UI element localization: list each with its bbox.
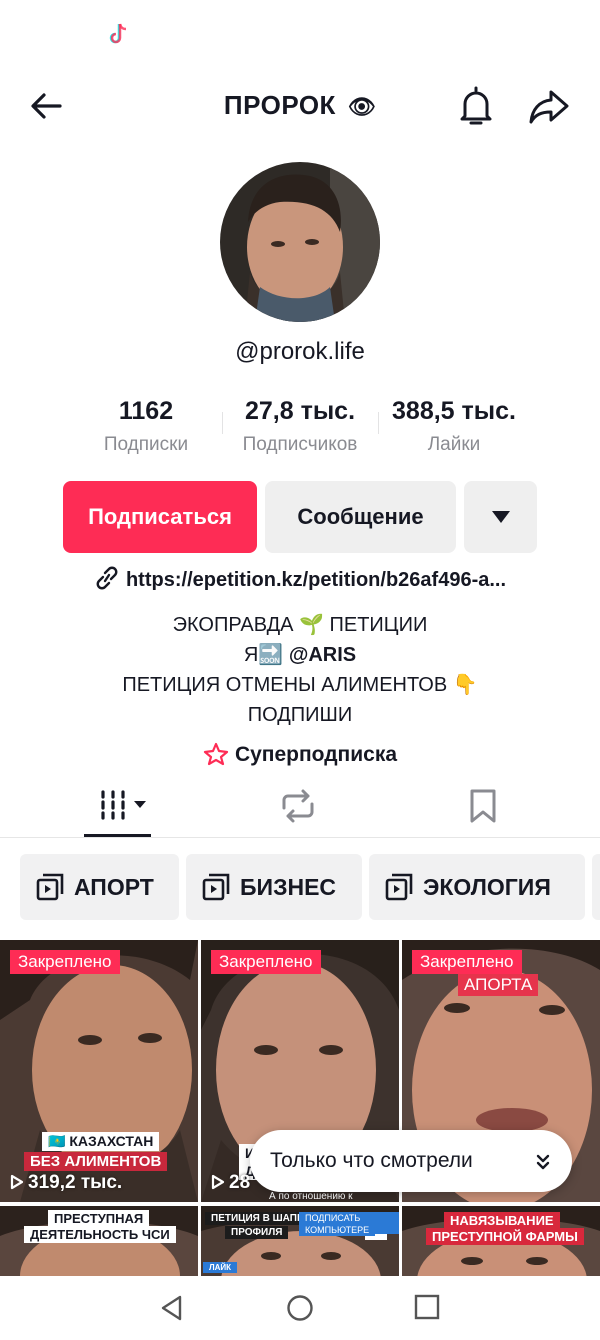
- video-caption-tag: КОМПЬЮТЕРЕ: [299, 1224, 376, 1236]
- playlist-icon: [36, 873, 64, 901]
- playlist-icon: [385, 873, 413, 901]
- video-caption-tag: БЕЗ АЛИМЕНТОВ: [24, 1152, 168, 1171]
- message-button[interactable]: Сообщение: [265, 481, 456, 553]
- video-tile[interactable]: ПЕТИЦИЯ В ШАПКЕ ПРОФИЛЯ ПОДПИСАТЬ МОЖНО …: [201, 1206, 399, 1276]
- bell-icon[interactable]: [456, 84, 496, 128]
- recents-square-icon[interactable]: [414, 1294, 440, 1320]
- video-caption-tag: ЛАЙК: [203, 1262, 238, 1273]
- tab-reposts[interactable]: [200, 780, 400, 838]
- home-circle-icon[interactable]: [286, 1294, 314, 1322]
- view-count: 319,2 тыс.: [10, 1172, 122, 1194]
- follow-button[interactable]: Подписаться: [63, 481, 257, 553]
- eye-emoji: 👁: [347, 94, 377, 119]
- video-caption-tag: НАВЯЗЫВАНИЕ: [444, 1212, 560, 1229]
- stat-following-label: Подписки: [103, 434, 189, 455]
- grid-videos-icon: [101, 790, 146, 820]
- avatar[interactable]: [220, 162, 380, 322]
- stat-likes-label: Лайки: [427, 434, 481, 455]
- recently-watched-pill[interactable]: Только что смотрели: [250, 1130, 572, 1192]
- video-caption-tag: 🇰🇿 КАЗАХСТАН: [42, 1132, 160, 1151]
- pinned-badge: Закреплено: [10, 950, 120, 974]
- video-caption-tag: ПРЕСТУПНОЙ ФАРМЫ: [426, 1228, 584, 1245]
- tab-videos[interactable]: [0, 780, 200, 838]
- share-arrow-icon[interactable]: [527, 86, 571, 126]
- view-count-value: 28: [229, 1172, 251, 1193]
- pinned-badge: Закреплено: [211, 950, 321, 974]
- username: @prorok.life: [235, 338, 365, 365]
- video-caption-tag: ПРОФИЛЯ: [225, 1226, 289, 1239]
- video-caption-tag: ПРЕСТУПНАЯ: [48, 1210, 150, 1227]
- stat-followers-value: 27,8 тыс.: [244, 397, 356, 425]
- bio-line-prefix: Я🔜: [243, 644, 284, 666]
- profile-stats: 1162 Подписки 27,8 тыс. Подписчиков 388,…: [0, 394, 600, 464]
- video-tile[interactable]: НАВЯЗЫВАНИЕ ПРЕСТУПНОЙ ФАРМЫ: [402, 1206, 600, 1276]
- playlist-label: ЭКОЛОГИЯ: [423, 873, 551, 900]
- active-tab-indicator: [84, 834, 151, 837]
- bio-line: Я🔜 @ARIS: [0, 640, 600, 670]
- profile-name: ПРОРОК: [223, 90, 336, 120]
- repost-icon: [282, 789, 314, 823]
- playlist-chip[interactable]: БИЗНЕС: [186, 854, 362, 920]
- page-title: ПРОРОК 👁: [0, 90, 600, 121]
- top-nav: ПРОРОК 👁: [0, 70, 600, 140]
- link-icon: [96, 566, 118, 590]
- view-count-value: 319,2 тыс.: [28, 1172, 123, 1193]
- status-bar: [0, 0, 600, 70]
- playlist-chip[interactable]: ЭКОЛОГИЯ: [369, 854, 585, 920]
- stat-following-value: 1162: [118, 397, 174, 425]
- playlist-icon: [202, 873, 230, 901]
- double-chevron-down-icon: [536, 1154, 550, 1170]
- stat-likes-value: 388,5 тыс.: [392, 397, 516, 425]
- bio-link[interactable]: https://epetition.kz/petition/b26af496-a…: [0, 566, 600, 592]
- stat-likes[interactable]: 388,5 тыс. Лайки: [369, 394, 539, 456]
- star-icon: [203, 742, 229, 766]
- caret-down-icon: [491, 511, 510, 523]
- play-icon: [211, 1174, 225, 1190]
- video-tile[interactable]: Закреплено 🇰🇿 КАЗАХСТАН БЕЗ АЛИМЕНТОВ 31…: [0, 940, 198, 1202]
- system-nav-bar: [0, 1276, 600, 1340]
- bio-line: ЭКОПРАВДА 🌱 ПЕТИЦИИ: [172, 614, 428, 636]
- mention-link[interactable]: @ARIS: [289, 644, 356, 666]
- playlist-chip[interactable]: [592, 854, 600, 920]
- play-icon: [10, 1174, 24, 1190]
- stat-followers-label: Подписчиков: [242, 434, 358, 455]
- video-tile[interactable]: ПРЕСТУПНАЯ ДЕЯТЕЛЬНОСТЬ ЧСИ: [0, 1206, 198, 1276]
- content-tabs: [0, 780, 600, 838]
- avatar-photo: [220, 162, 380, 322]
- stat-following[interactable]: 1162 Подписки: [61, 394, 231, 456]
- tab-saved[interactable]: [400, 780, 600, 838]
- super-subscription-label: Суперподписка: [234, 743, 398, 766]
- video-caption-tag: АПОРТА: [458, 974, 539, 996]
- bio-line: ПОДПИШИ: [247, 704, 353, 726]
- video-caption-tag: ДЕЯТЕЛЬНОСТЬ ЧСИ: [24, 1226, 176, 1243]
- pinned-badge: Закреплено: [412, 950, 522, 974]
- bookmark-icon: [470, 789, 496, 823]
- bio: ЭКОПРАВДА 🌱 ПЕТИЦИИ Я🔜 @ARIS ПЕТИЦИЯ ОТМ…: [0, 610, 600, 730]
- playlist-label: АПОРТ: [74, 873, 154, 900]
- super-subscription-link[interactable]: Суперподписка: [0, 742, 600, 767]
- video-grid: Закреплено 🇰🇿 КАЗАХСТАН БЕЗ АЛИМЕНТОВ 31…: [0, 940, 600, 1276]
- playlist-label: БИЗНЕС: [240, 873, 337, 900]
- back-triangle-icon[interactable]: [158, 1294, 186, 1322]
- stat-followers[interactable]: 27,8 тыс. Подписчиков: [215, 394, 385, 456]
- more-options-button[interactable]: [464, 481, 537, 553]
- view-count: 28: [211, 1172, 250, 1194]
- bio-line: ПЕТИЦИЯ ОТМЕНЫ АЛИМЕНТОВ 👇: [122, 674, 478, 696]
- recently-watched-label: Только что смотрели: [270, 1149, 473, 1172]
- playlist-chip[interactable]: АПОРТ: [20, 854, 179, 920]
- playlists-row: АПОРТ БИЗНЕС ЭКОЛОГИЯ: [0, 854, 600, 922]
- bio-link-text: https://epetition.kz/petition/b26af496-a…: [125, 569, 507, 591]
- tiktok-logo-icon: [109, 23, 127, 44]
